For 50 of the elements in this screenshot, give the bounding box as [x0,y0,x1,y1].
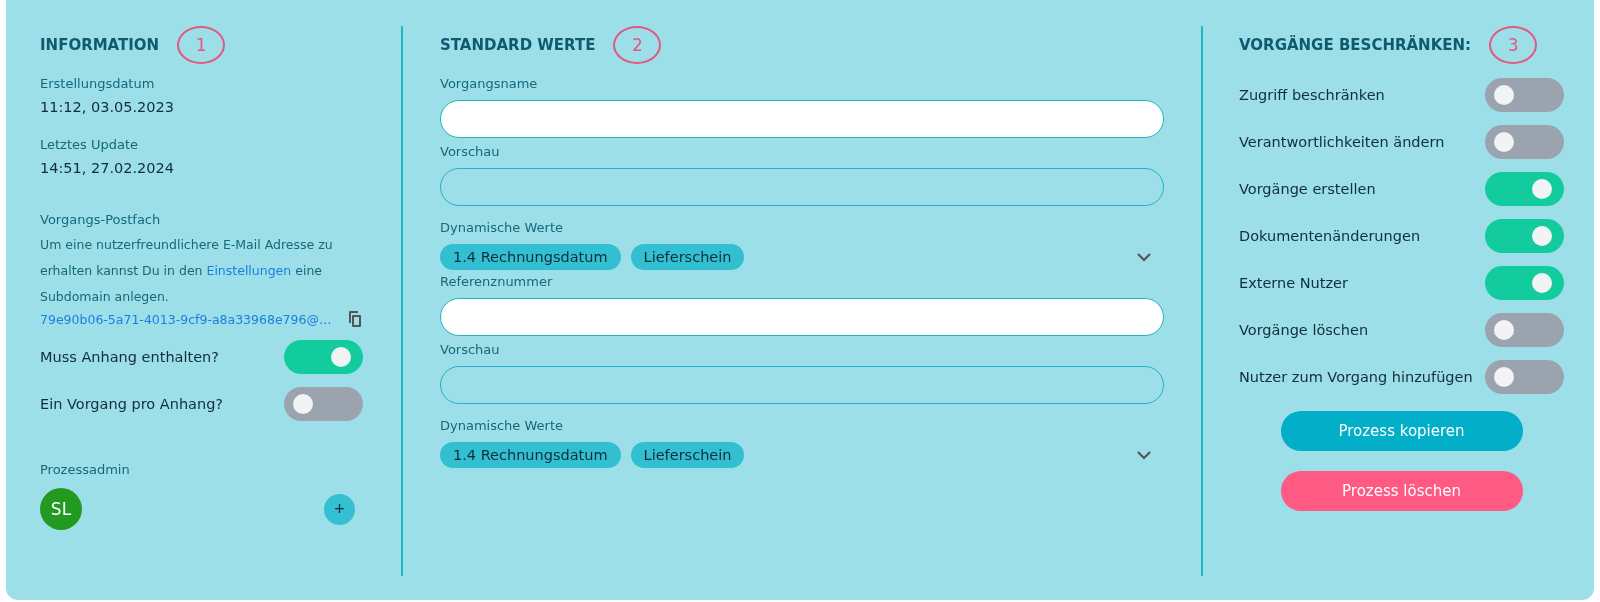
toggle-switch[interactable] [1485,313,1564,347]
toggle-label: Ein Vorgang pro Anhang? [40,395,224,414]
toggle-switch[interactable] [1485,266,1564,300]
field-label: Dynamische Werte [440,219,564,237]
section-title: VORGÄNGE BESCHRÄNKEN: [1239,36,1472,54]
toggle-label: Externe Nutzer [1239,274,1348,293]
toggle-label: Nutzer zum Vorgang hinzufügen [1239,368,1473,387]
field-value: 11:12, 03.05.2023 [40,99,176,115]
section-title: STANDARD WERTE [440,36,596,54]
toggle-switch[interactable] [284,387,363,421]
step-marker: 2 [613,26,662,64]
field-label: Vorschau [440,341,501,359]
copy-icon[interactable] [347,310,363,328]
input-field[interactable] [440,100,1164,138]
toggle-label: Vorgänge löschen [1239,321,1369,340]
section-title: INFORMATION [40,36,160,54]
value-tag[interactable]: 1.4 Rechnungsdatum [440,244,621,270]
preview-field[interactable] [440,366,1164,404]
user-avatar[interactable]: SL [40,488,82,530]
preview-field[interactable] [440,168,1164,206]
toggle-switch[interactable] [1485,172,1564,206]
toggle-label: Verantwortlichkeiten ändern [1239,133,1445,152]
step-marker: 1 [177,26,226,64]
value-tag[interactable]: Lieferschein [630,442,745,468]
toggle-label: Vorgänge erstellen [1239,180,1376,199]
toggle-switch[interactable] [284,340,363,374]
toggle-switch[interactable] [1485,219,1564,253]
field-label: Referenznummer [440,273,554,291]
toggle-label: Zugriff beschränken [1239,86,1385,105]
chevron-down-icon[interactable] [1136,252,1152,262]
field-label: Dynamische Werte [440,417,564,435]
toggle-label: Dokumentenänderungen [1239,227,1421,246]
add-button[interactable]: + [324,493,355,525]
input-field[interactable] [440,298,1164,336]
field-label: Vorgangs-Postfach [40,211,162,229]
value-tag[interactable]: 1.4 Rechnungsdatum [440,442,621,468]
field-label: Letztes Update [40,136,139,154]
field-value: 14:51, 27.02.2024 [40,160,176,176]
field-label: Erstellungsdatum [40,75,156,93]
toggle-switch[interactable] [1485,125,1564,159]
toggle-switch[interactable] [1485,360,1564,394]
field-label: Vorgangsname [440,75,539,93]
field-label: Vorschau [440,143,501,161]
mailbox-description: Um eine nutzerfreundlichere E-Mail Adresse zu erhalten kannst Du in den Einstellungen eine Subdomain anlegen. [40,236,334,306]
step-marker: 3 [1489,26,1538,64]
field-label: Prozessadmin [40,461,131,479]
toggle-switch[interactable] [1485,78,1564,112]
toggle-label: Muss Anhang enthalten? [40,348,219,367]
value-tag[interactable]: Lieferschein [630,244,745,270]
chevron-down-icon[interactable] [1136,450,1152,460]
